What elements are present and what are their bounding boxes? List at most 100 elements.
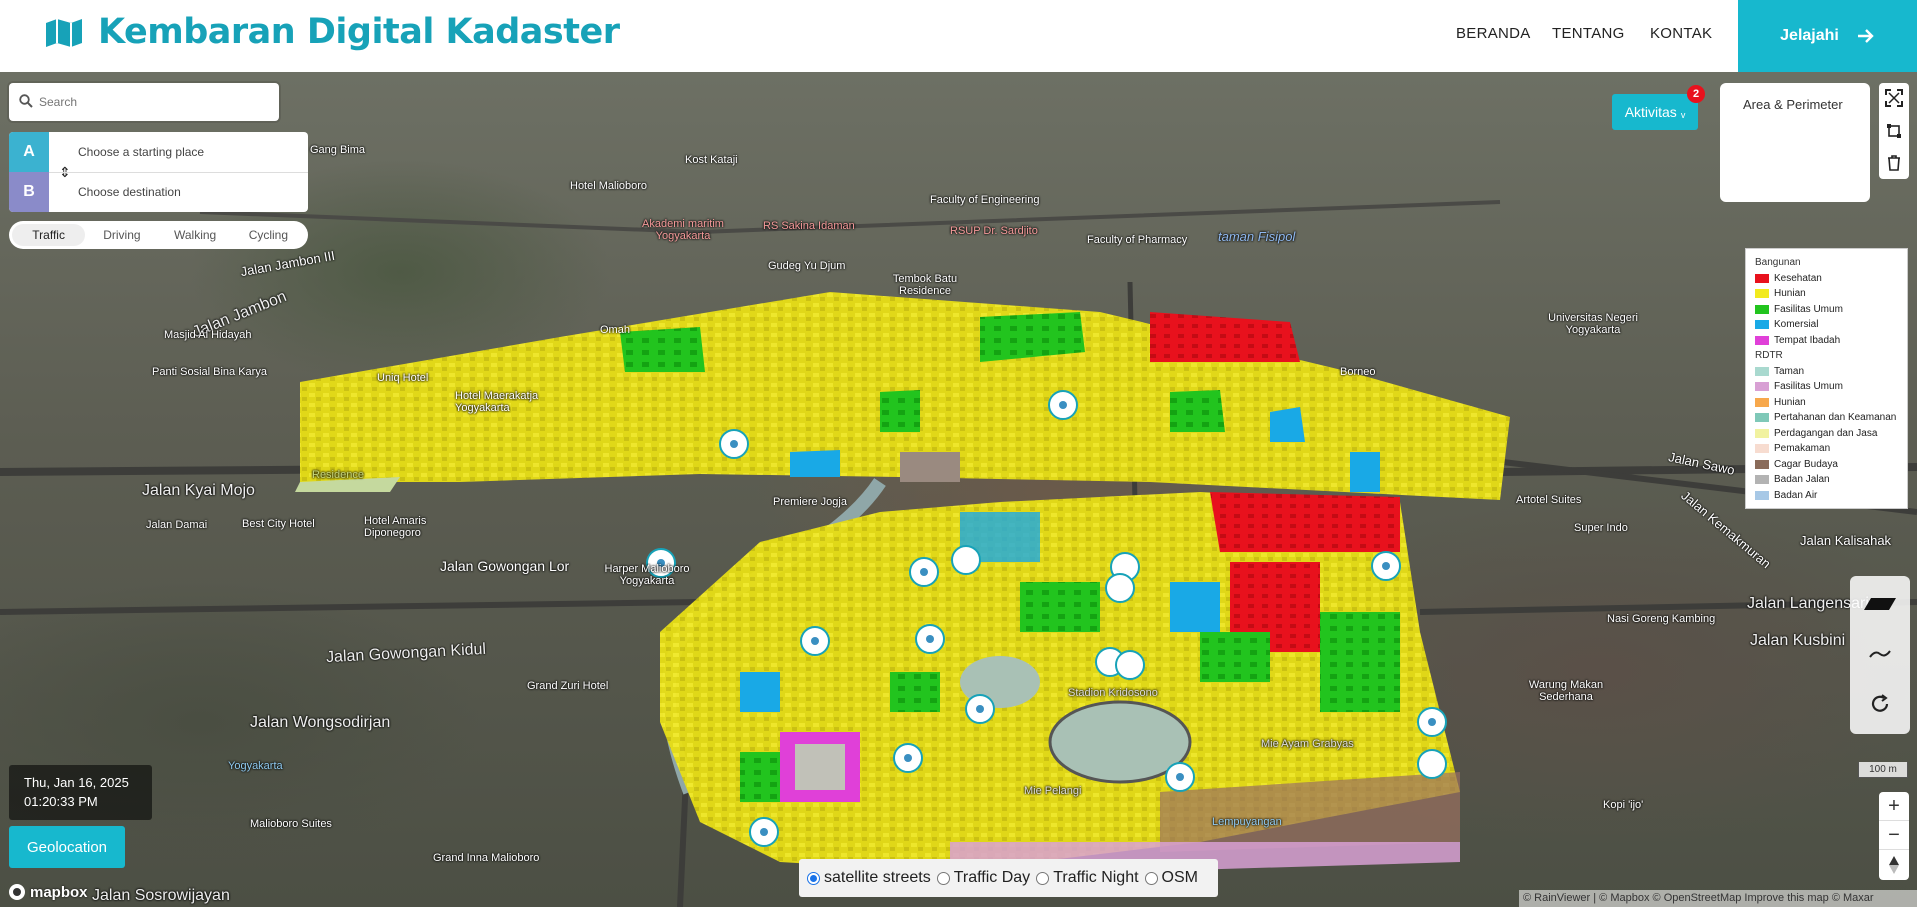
legend-item: Tempat Ibadah [1755,333,1907,349]
radio-icon[interactable] [1144,871,1158,885]
map-label: Harper Malioboro Yogyakarta [604,563,690,587]
map-label: taman Fisipol [1218,229,1296,244]
terrain-toggle-button[interactable] [1850,629,1910,679]
jelajahi-button[interactable]: Jelajahi [1738,0,1917,72]
map-label: Akademi maritim Yogyakarta [642,218,724,242]
map-label: Malioboro Suites [250,818,332,830]
pitch-toggle-button[interactable] [1850,579,1910,629]
legend-swatch [1755,366,1769,376]
style-label: Traffic Night [1053,869,1139,886]
notification-badge: 2 [1687,85,1705,103]
legend-swatch [1755,304,1769,314]
legend-label: Komersial [1774,319,1819,330]
zoom-controls: + − [1879,792,1909,880]
map-label: Jalan Sosrowijayan [92,887,230,904]
origin-input[interactable]: Choose a starting place [78,145,204,159]
date-text: Thu, Jan 16, 2025 [24,775,129,790]
map-label: RSUP Dr. Sardjito [950,225,1038,237]
nav-tentang[interactable]: TENTANG [1552,25,1625,42]
zoom-out-button[interactable]: − [1879,821,1909,850]
destination-marker: B [9,172,49,212]
jelajahi-label: Jelajahi [1780,27,1839,44]
map-legend: Bangunan Kesehatan Hunian Fasilitas Umum Kom… [1745,248,1908,509]
map-label: Mie Pelangi [1024,785,1082,797]
map-label: Faculty of Engineering [930,194,1040,206]
legend-swatch [1755,444,1769,454]
style-option-traffic-day[interactable]: Traffic Day [936,869,1031,887]
app-title[interactable]: Kembaran Digital Kadaster [98,12,620,52]
directions-panel: A B ⇕ Choose a starting place Choose des… [9,132,308,212]
map-label: Gudeg Yu Djum [768,260,846,272]
legend-label: Badan Jalan [1774,474,1830,485]
map-label: Borneo [1340,366,1376,378]
datetime-display: Thu, Jan 16, 2025 01:20:33 PM [9,765,152,820]
legend-swatch [1755,382,1769,392]
destination-input[interactable]: Choose destination [78,185,181,199]
map-label: Grand Inna Malioboro [433,852,540,864]
map-label: Warung Makan Sederhana [1528,679,1604,703]
legend-label: Pemakaman [1774,443,1831,454]
radio-icon[interactable] [1036,871,1050,885]
legend-item: Hunian [1755,395,1907,411]
time-text: 01:20:33 PM [24,794,98,809]
nav-beranda[interactable]: BERANDA [1456,25,1531,42]
draw-polygon-button[interactable] [1879,116,1909,146]
map-label: Lempuyangan [1212,816,1282,828]
search-input[interactable] [39,83,269,121]
style-option-osm[interactable]: OSM [1144,869,1198,887]
compass-button[interactable] [1879,850,1909,879]
trash-button[interactable] [1879,148,1909,178]
legend-item: Perdagangan dan Jasa [1755,426,1907,442]
map-label: RS Sakina Idaman [763,220,855,232]
legend-label: Pertahanan dan Keamanan [1774,412,1897,423]
map-label: Kopi 'ijo' [1603,799,1644,811]
map-label: Hotel Maerakatja Yogyakarta [455,390,539,414]
map-attribution[interactable]: © RainViewer | © Mapbox © OpenStreetMap … [1519,890,1917,907]
style-label: satellite streets [824,869,931,886]
map-label: Tembok Batu Residence [892,273,958,297]
legend-label: Perdagangan dan Jasa [1774,427,1878,439]
radio-icon[interactable] [936,871,950,885]
map-label: Artotel Suites [1516,494,1582,506]
map-label: Super Indo [1574,522,1628,534]
style-option-satellite-streets[interactable]: satellite streets [807,869,931,887]
map-label: Jalan Damai [146,519,208,531]
tab-cycling[interactable]: Cycling [232,224,305,246]
map-label: Jalan Gowongan Lor [440,558,570,574]
map-label: Faculty of Pharmacy [1087,234,1188,246]
legend-item: Cagar Budaya [1755,457,1907,473]
nav-kontak[interactable]: KONTAK [1650,25,1712,42]
map-style-switcher: satellite streets Traffic Day Traffic Ni… [799,859,1218,897]
reset-rotation-button[interactable] [1850,679,1910,729]
tab-walking[interactable]: Walking [159,224,232,246]
map-label: Stadion Kridosono [1068,687,1158,699]
tab-traffic[interactable]: Traffic [12,224,86,246]
legend-swatch [1755,273,1769,283]
map-label: Nasi Goreng Kambing [1607,613,1716,625]
style-label: Traffic Day [953,869,1031,886]
map-label: Gang Bima [310,144,366,156]
map-label: Hotel Malioboro [570,180,648,192]
legend-item: Fasilitas Umum [1755,379,1907,395]
trash-icon [1888,155,1900,171]
radio-icon[interactable] [807,871,820,885]
legend-label: Badan Air [1774,489,1818,501]
fullscreen-button[interactable] [1879,83,1909,113]
legend-label: Tempat Ibadah [1774,334,1841,346]
geolocation-button[interactable]: Geolocation [9,826,125,868]
legend-section-title: Bangunan [1755,257,1801,268]
legend-label: Hunian [1774,396,1806,408]
tab-driving[interactable]: Driving [85,224,158,246]
legend-item: Badan Jalan [1755,472,1907,488]
draw-controls [1879,83,1909,179]
style-option-traffic-night[interactable]: Traffic Night [1036,869,1139,887]
legend-label: Taman [1774,365,1805,377]
legend-item: Komersial [1755,317,1907,333]
origin-marker: A [9,132,49,172]
zoom-in-button[interactable]: + [1879,792,1909,821]
search-box [9,83,279,121]
aktivitas-button[interactable]: Aktivitas v [1612,94,1698,130]
mapbox-logo[interactable]: mapbox [8,883,88,901]
fullscreen-icon [1885,89,1903,107]
legend-swatch [1755,490,1769,500]
